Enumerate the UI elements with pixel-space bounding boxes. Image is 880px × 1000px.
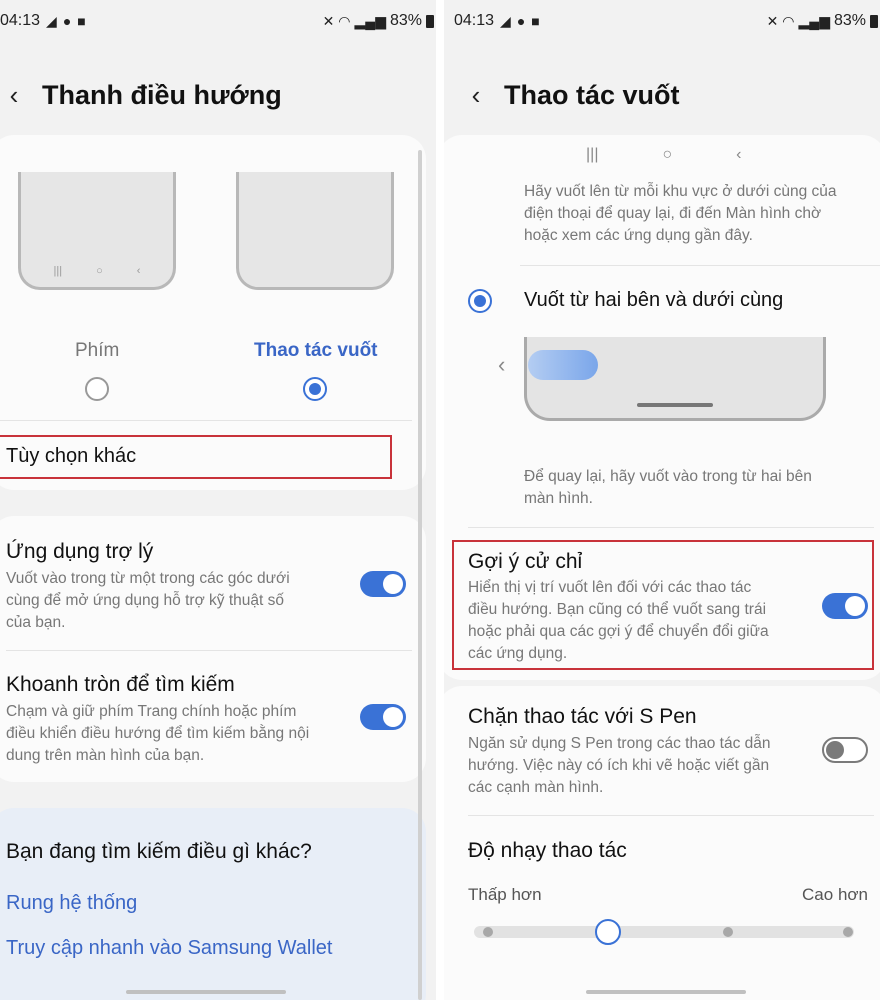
facebook-icon: ● [62,13,72,29]
shopping-bag-icon: ■ [77,13,86,29]
assistant-app-desc: Vuốt vào trong từ một trong các góc dưới… [6,568,346,634]
sensitivity-high-label: Cao hơn [802,885,868,904]
desc-line: hoặc xem các ứng dụng gần đây. [524,227,753,244]
gesture-hints-title: Gợi ý cử chỉ [468,550,583,573]
status-time: 04:13 [454,12,495,29]
gestures-preview[interactable] [236,172,394,290]
slider-track[interactable] [474,926,854,938]
desc-line: của bạn. [6,614,66,631]
home-indicator [126,990,286,994]
gestures-option-label: Thao tác vuốt [254,340,378,361]
desc-line: Để quay lại, hãy vuốt vào trong từ hai b… [524,468,812,485]
block-spen-desc: Ngăn sử dụng S Pen trong các thao tác dẫ… [468,733,813,799]
telegram-icon: ◢ [46,12,57,29]
desc-line: các cạnh màn hình. [468,779,604,796]
screenshot-divider [436,0,444,1000]
block-spen-toggle[interactable] [822,737,868,763]
page-title: Thao tác vuốt [504,79,680,110]
desc-line: màn hình. [524,490,593,507]
desc-line: điều khiển điều hướng để tìm kiếm bằng n… [6,725,310,742]
battery-percent: 83% [389,12,422,29]
back-arrow-icon[interactable]: ‹ [0,80,36,111]
divider [520,265,880,266]
more-options-link[interactable]: Tùy chọn khác [6,445,136,468]
battery-icon [870,14,878,28]
app-bar: ‹ Thanh điều hướng [0,70,436,120]
gesture-hints-toggle[interactable] [822,593,868,619]
wifi-icon: ◠ [782,12,795,29]
gesture-hints-desc: Hiển thị vị trí vuốt lên đối với các tha… [468,577,808,665]
page-title: Thanh điều hướng [42,79,282,110]
desc-line: Hiển thị vị trí vuốt lên đối với các tha… [468,579,752,596]
desc-line: điều hướng. Bạn cũng có thể vuốt sang tr… [468,601,767,618]
circle-to-search-title: Khoanh tròn để tìm kiếm [6,673,235,696]
gestures-radio[interactable] [303,377,327,401]
suggestions-heading: Bạn đang tìm kiếm điều gì khác? [6,840,312,863]
gesture-home-bar [637,403,713,407]
desc-line: Vuốt vào trong từ một trong các góc dưới [6,570,290,587]
mute-icon: ✕ [322,12,335,29]
scrollbar[interactable] [418,150,422,1000]
left-screen: 04:13 ◢ ● ■ ✕ ◠ ▂▄▆ 83% ‹ Thanh điều hướ… [0,0,436,1000]
facebook-icon: ● [516,13,526,29]
buttons-radio[interactable] [85,377,109,401]
recents-icon: ||| [586,146,599,163]
mute-icon: ✕ [766,12,779,29]
slider-thumb[interactable] [595,919,621,945]
divider [0,420,412,421]
back-arrow-icon[interactable]: ‹ [454,80,498,111]
recents-icon: ||| [53,265,63,277]
swipe-sides-desc: Để quay lại, hãy vuốt vào trong từ hai b… [524,466,874,510]
back-icon: ‹ [136,265,141,277]
wifi-icon: ◠ [338,12,351,29]
desc-line: hướng. Việc này có ích khi vẽ hoặc viết … [468,757,770,774]
divider [468,527,874,528]
status-bar: 04:13 ◢ ● ■ ✕ ◠ ▂▄▆ 83% [0,0,436,44]
desc-line: Chạm và giữ phím Trang chính hoặc phím [6,703,297,720]
block-spen-title: Chặn thao tác với S Pen [468,705,697,728]
shopping-bag-icon: ■ [531,13,540,29]
telegram-icon: ◢ [500,12,511,29]
circle-to-search-desc: Chạm và giữ phím Trang chính hoặc phím đ… [6,701,351,767]
buttons-preview[interactable]: ||| ○ ‹ [18,172,176,290]
desc-line: hoặc phải qua các gợi ý để chuyển đổi gi… [468,623,769,640]
battery-percent: 83% [833,12,866,29]
slider-stop[interactable] [723,927,733,937]
swipe-hint-arrow-icon: ‹ [498,352,506,377]
desc-line: các ứng dụng. [468,645,568,662]
samsung-wallet-link[interactable]: Truy cập nhanh vào Samsung Wallet [6,937,332,960]
bottom-swipe-desc: Hãy vuốt lên từ mỗi khu vực ở dưới cùng … [524,181,874,247]
divider [6,650,412,651]
signal-icon: ▂▄▆ [798,12,830,29]
swipe-sides-bottom-label[interactable]: Vuốt từ hai bên và dưới cùng [524,289,783,312]
slider-stop[interactable] [483,927,493,937]
signal-icon: ▂▄▆ [354,12,386,29]
desc-line: Hãy vuốt lên từ mỗi khu vực ở dưới cùng … [524,183,837,200]
battery-icon [426,14,434,28]
assistant-app-title: Ứng dụng trợ lý [6,540,154,563]
desc-line: cùng để mở ứng dụng hỗ trợ kỹ thuật số [6,592,285,609]
slider-stop[interactable] [843,927,853,937]
desc-line: Ngăn sử dụng S Pen trong các thao tác dẫ… [468,735,771,752]
swipe-hint-pill [528,350,598,380]
divider [468,815,874,816]
buttons-option-label: Phím [75,340,120,361]
home-icon: ○ [662,146,673,163]
desc-line: dung trên màn hình của bạn. [6,747,205,764]
right-screen: 04:13 ◢ ● ■ ✕ ◠ ▂▄▆ 83% ‹ Thao tác vuốt … [444,0,880,1000]
system-vibration-link[interactable]: Rung hệ thống [6,892,137,915]
sensitivity-low-label: Thấp hơn [468,885,542,904]
sensitivity-title: Độ nhạy thao tác [468,839,627,862]
home-indicator [586,990,746,994]
assistant-app-toggle[interactable] [360,571,406,597]
home-icon: ○ [96,265,103,277]
status-bar: 04:13 ◢ ● ■ ✕ ◠ ▂▄▆ 83% [444,0,880,44]
status-time: 04:13 [0,12,41,29]
swipe-sides-bottom-radio[interactable] [468,289,492,313]
desc-line: điện thoại để quay lại, đi đến Màn hình … [524,205,822,222]
back-icon: ‹ [736,146,742,163]
circle-to-search-toggle[interactable] [360,704,406,730]
app-bar: ‹ Thao tác vuốt [444,70,880,120]
nav-button-glyphs: ||| ○ ‹ [586,146,741,164]
